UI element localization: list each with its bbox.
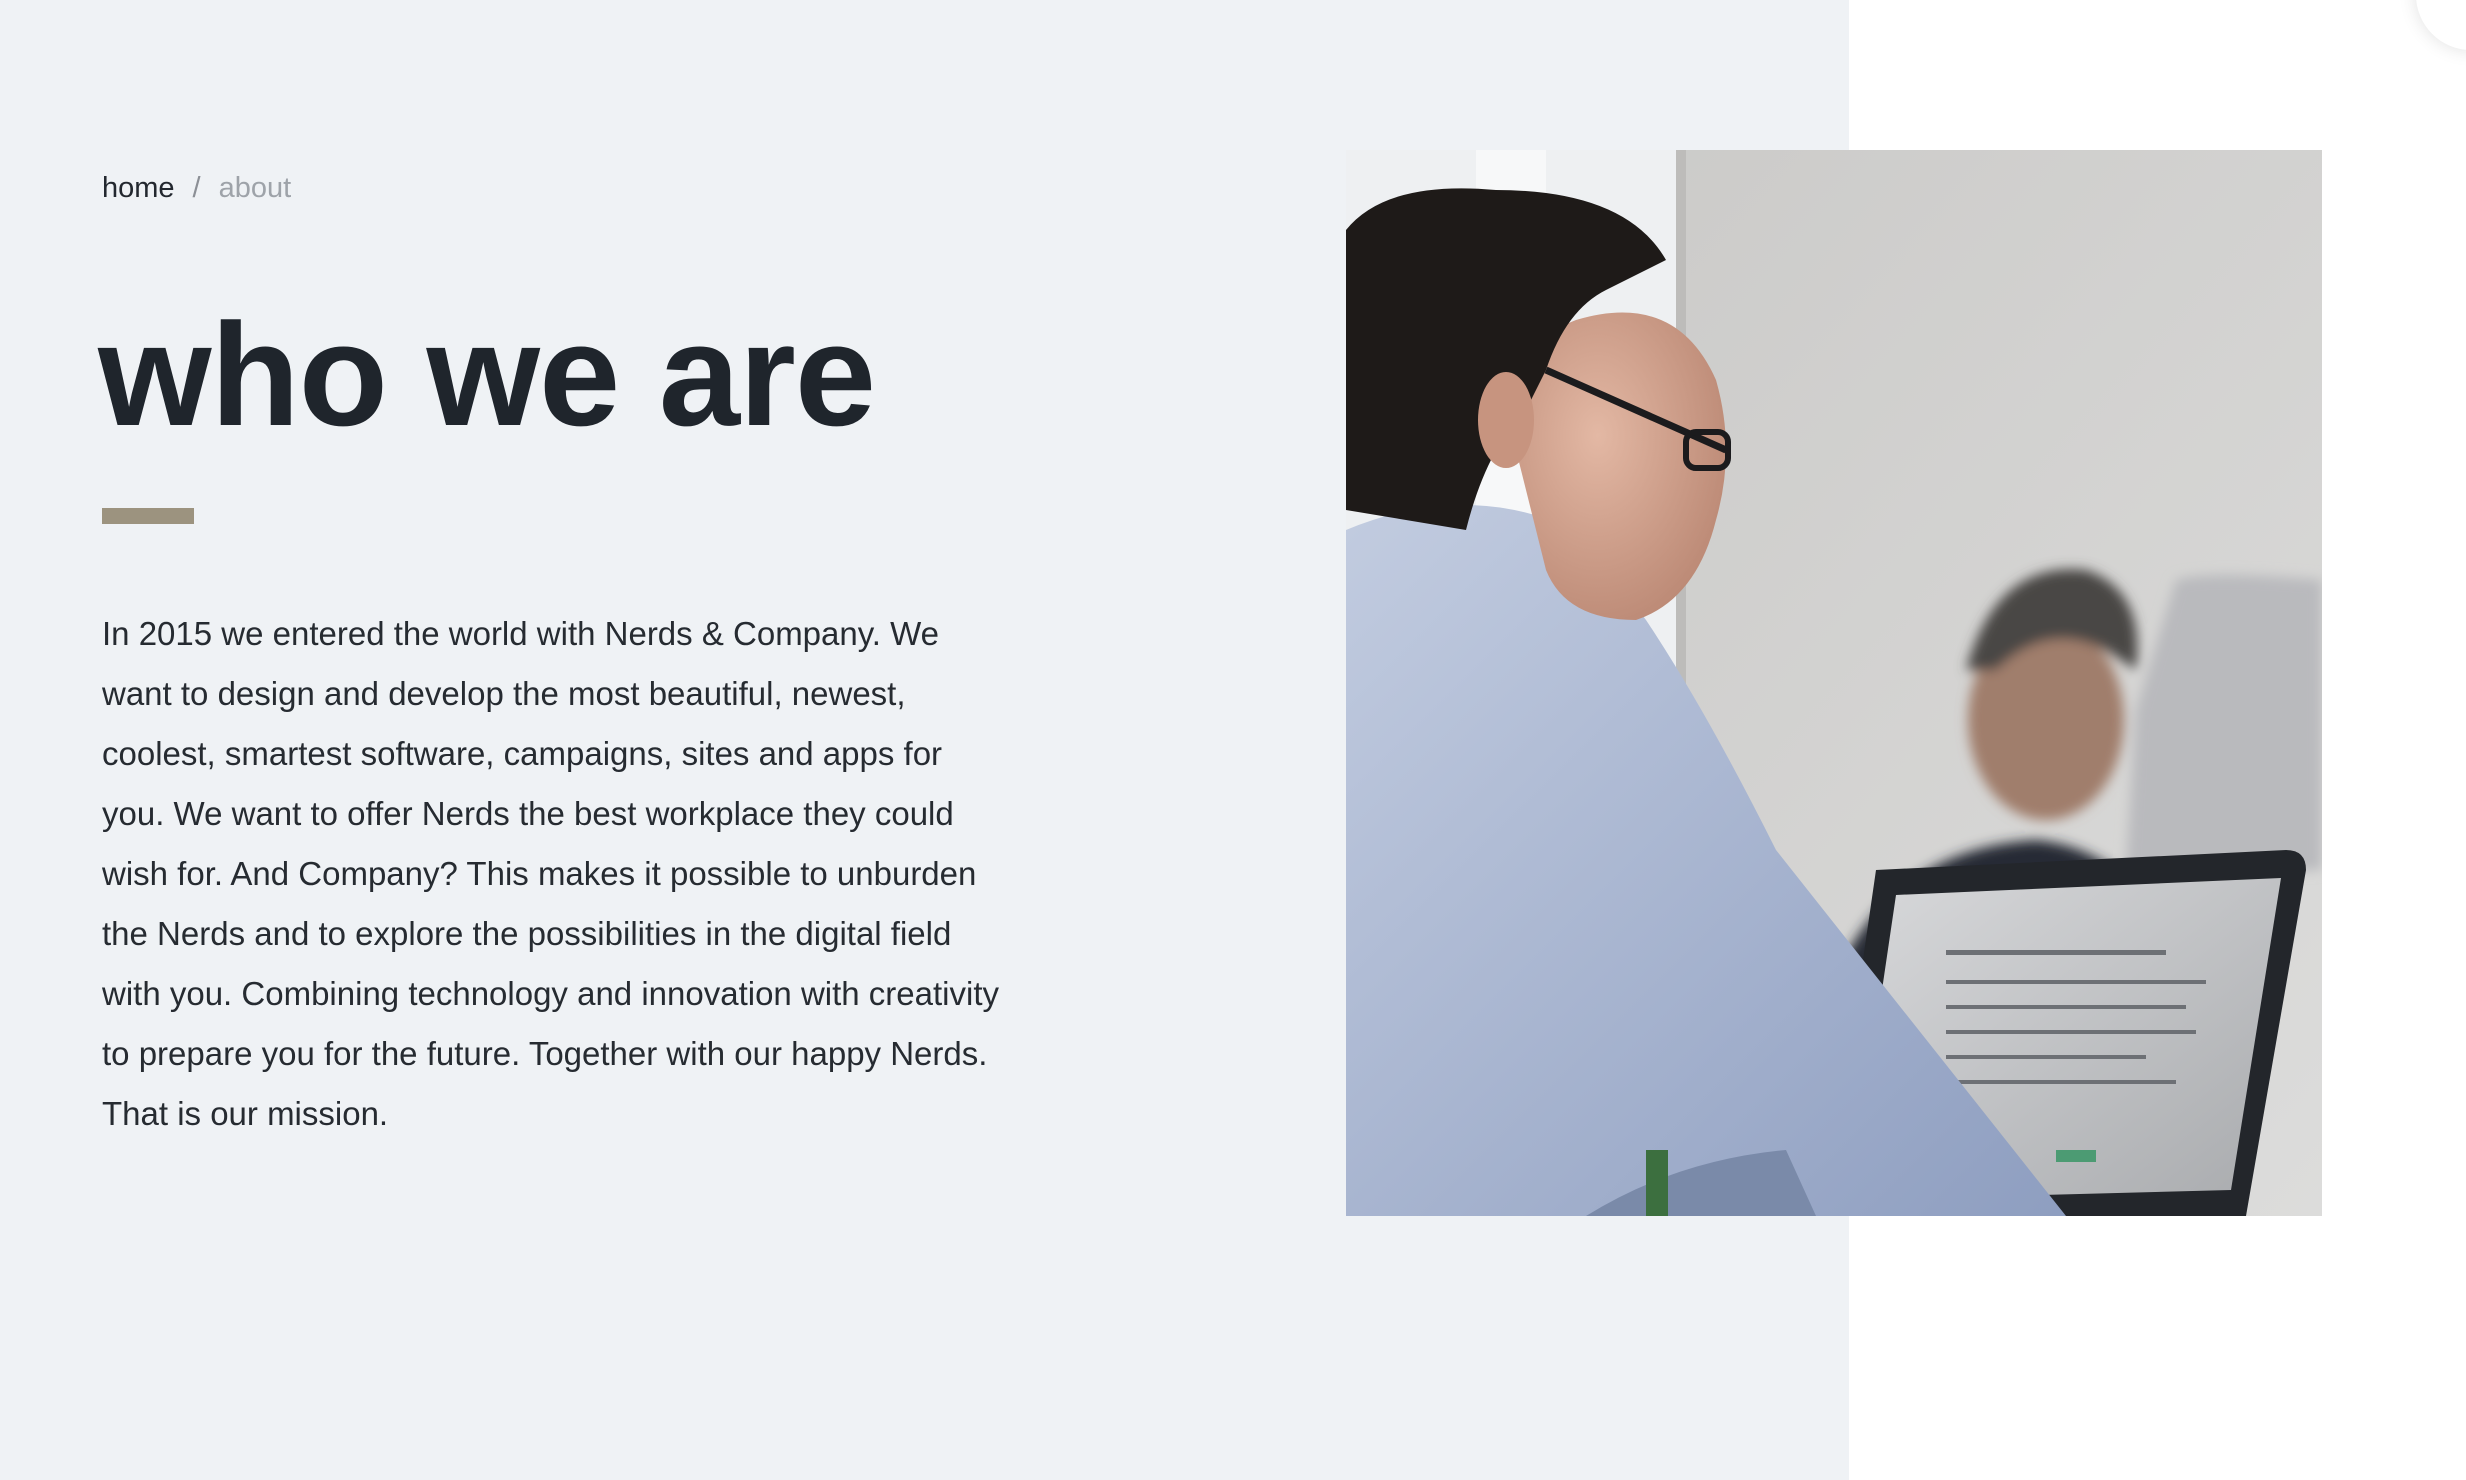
intro-paragraph: In 2015 we entered the world with Nerds … bbox=[102, 615, 999, 1132]
breadcrumb-current: about bbox=[218, 172, 292, 204]
breadcrumb-separator: / bbox=[192, 172, 201, 204]
breadcrumb: home / about bbox=[102, 168, 291, 208]
team-photo-illustration bbox=[1346, 150, 2322, 1216]
corner-menu-button[interactable] bbox=[2416, 0, 2466, 50]
team-photo bbox=[1346, 150, 2322, 1216]
breadcrumb-home-link[interactable]: home bbox=[102, 168, 175, 208]
page-title: who we are bbox=[98, 293, 876, 456]
title-accent-bar bbox=[102, 508, 194, 524]
about-page: home / about who we are In 2015 we enter… bbox=[0, 0, 2466, 1480]
